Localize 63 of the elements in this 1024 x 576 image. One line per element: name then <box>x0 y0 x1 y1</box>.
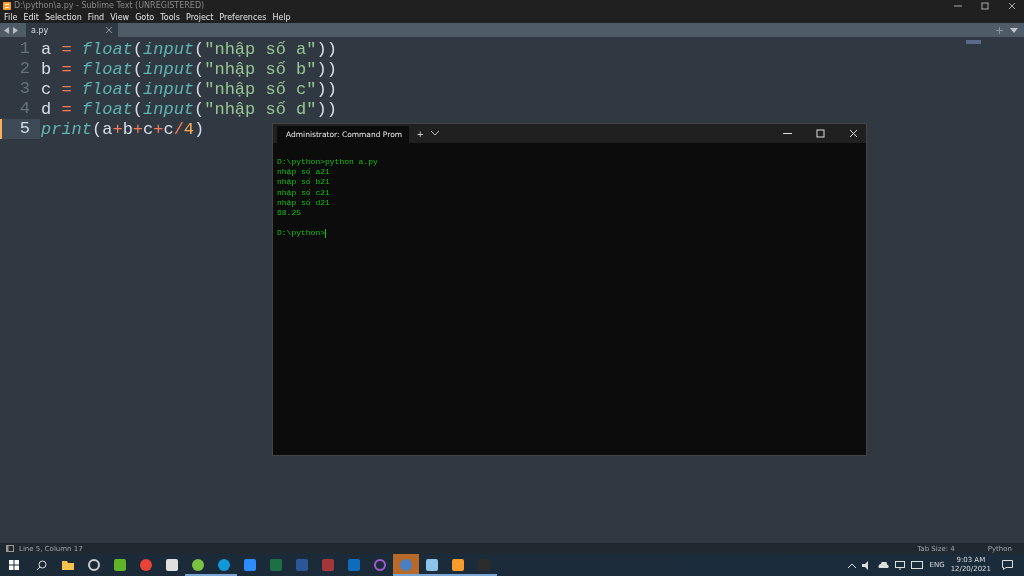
square-app-icon <box>165 558 179 572</box>
code-line: b = float(input("nhập số b")) <box>40 59 337 79</box>
terminal-output-line: nhập số c21 <box>277 187 330 198</box>
dropdown-icon[interactable] <box>431 131 440 136</box>
folder-app-icon <box>61 558 75 572</box>
sublime-logo-icon <box>3 1 11 10</box>
square-app-icon <box>347 558 361 572</box>
search-icon[interactable] <box>36 559 47 571</box>
menu-item[interactable]: Project <box>186 12 214 22</box>
menu-item[interactable]: Goto <box>135 12 155 22</box>
square-app-icon <box>243 558 257 572</box>
menu-item[interactable]: Find <box>87 12 105 22</box>
square-app-icon <box>451 558 465 572</box>
line-number: 4 <box>18 99 31 119</box>
keyboard-icon[interactable] <box>910 561 923 569</box>
close-icon[interactable] <box>1008 1 1016 10</box>
square-app-icon <box>295 558 309 572</box>
terminal-output-line: 68.25 <box>277 207 301 219</box>
line-number: 5 <box>0 119 40 139</box>
terminal-output-line: nhập số a21 <box>277 167 330 178</box>
menu-item[interactable]: File <box>4 12 18 22</box>
text-cursor <box>325 228 326 238</box>
circle-app-icon <box>191 558 205 572</box>
circle-app-icon <box>399 558 413 572</box>
terminal-output-line: nhập số d21 <box>277 197 330 208</box>
windows-start-icon[interactable] <box>9 560 19 570</box>
menu-item[interactable]: Tools <box>160 12 180 22</box>
ring-app-icon <box>87 558 101 572</box>
code-line: a = float(input("nhập số a")) <box>40 39 337 59</box>
cloud-icon[interactable] <box>877 562 889 568</box>
ring-app-icon <box>373 558 387 572</box>
line-number: 2 <box>18 59 31 79</box>
terminal-prompt: D:\python> <box>277 228 325 239</box>
window-title: D:\python\a.py - Sublime Text (UNREGISTERED) <box>14 1 205 10</box>
dropdown-icon[interactable] <box>1010 27 1018 33</box>
square-app-icon <box>113 558 127 572</box>
new-tab-button[interactable]: + <box>417 127 424 140</box>
notification-icon[interactable] <box>1002 560 1013 570</box>
square-app-icon <box>321 558 335 572</box>
menu-item[interactable]: Edit <box>23 12 39 22</box>
square-app-icon <box>425 558 439 572</box>
square-app-icon <box>269 558 283 572</box>
tab-nav-arrows-icon[interactable] <box>4 26 18 34</box>
code-line: print(a+b+c+c/4) <box>40 119 205 139</box>
minimap-drawing <box>966 40 981 44</box>
network-monitor-icon[interactable] <box>894 560 905 570</box>
line-number: 1 <box>18 39 31 59</box>
line-number: 3 <box>18 79 31 99</box>
menu-item[interactable]: View <box>110 12 130 22</box>
code-line: c = float(input("nhập số c")) <box>40 79 337 99</box>
menu-item[interactable]: Preferences <box>219 12 267 22</box>
panel-toggle-icon[interactable] <box>6 545 14 552</box>
chevron-up-icon[interactable] <box>847 562 856 568</box>
maximize-icon[interactable] <box>981 1 989 10</box>
circle-app-icon <box>217 558 231 572</box>
circle-app-icon <box>139 558 153 572</box>
terminal-output-line: nhập số b21 <box>277 177 330 188</box>
menu-item[interactable]: Selection <box>44 12 82 22</box>
terminal-output-line: D:\python>python a.py <box>277 157 378 168</box>
file-tab[interactable]: a.py <box>26 23 118 37</box>
code-line: d = float(input("nhập số d")) <box>40 99 337 119</box>
close-tab-icon[interactable] <box>106 27 112 33</box>
menu-item[interactable]: Help <box>272 12 291 22</box>
